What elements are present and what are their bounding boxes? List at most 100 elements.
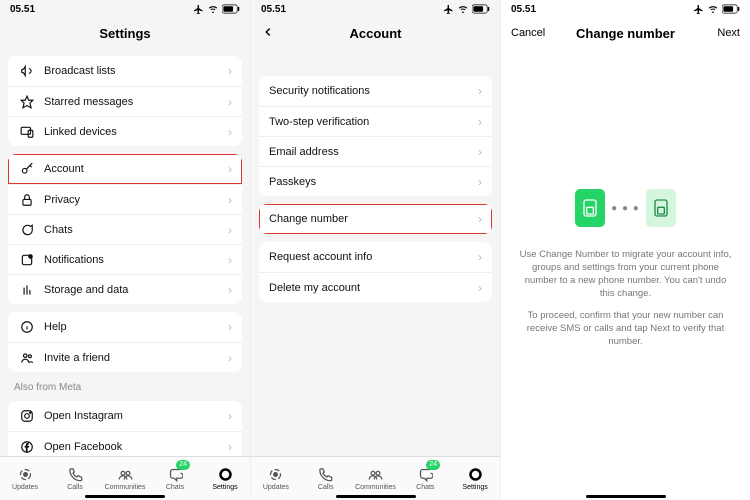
row-label: Open Instagram	[44, 410, 228, 422]
home-indicator	[85, 495, 165, 498]
status-time: 05.51	[261, 4, 286, 15]
row-label: Email address	[269, 146, 478, 158]
notification-icon	[18, 253, 36, 267]
sim-old-icon	[575, 189, 605, 227]
chevron-right-icon: ›	[228, 193, 232, 207]
chevron-right-icon: ›	[478, 281, 482, 295]
row-account[interactable]: Account ›	[8, 154, 242, 184]
tab-settings[interactable]: Settings	[200, 457, 250, 500]
status-bar: 05.51	[251, 0, 500, 18]
chevron-right-icon: ›	[228, 409, 232, 423]
row-passkeys[interactable]: Passkeys ›	[259, 166, 492, 196]
tab-calls[interactable]: Calls	[301, 457, 351, 500]
row-label: Privacy	[44, 194, 228, 206]
tab-label: Communities	[105, 484, 146, 491]
tab-label: Chats	[166, 484, 184, 491]
status-time: 05.51	[511, 4, 536, 15]
row-label: Notifications	[44, 254, 228, 266]
row-starred-messages[interactable]: Starred messages ›	[8, 86, 242, 116]
chevron-right-icon: ›	[228, 253, 232, 267]
cancel-button[interactable]: Cancel	[511, 27, 545, 39]
instagram-icon	[18, 409, 36, 423]
row-request-account-info[interactable]: Request account info ›	[259, 242, 492, 272]
meta-section-header: Also from Meta	[14, 382, 250, 393]
row-storage-data[interactable]: Storage and data ›	[8, 274, 242, 304]
next-button[interactable]: Next	[717, 27, 740, 39]
chevron-right-icon: ›	[478, 84, 482, 98]
chats-badge: 24	[426, 460, 440, 470]
screen-account: 05.51 Account Security notifications › T…	[250, 0, 500, 500]
megaphone-icon	[18, 64, 36, 78]
tab-label: Calls	[67, 484, 83, 491]
row-delete-account[interactable]: Delete my account ›	[259, 272, 492, 302]
tab-label: Updates	[263, 484, 289, 491]
calls-icon	[318, 467, 333, 483]
back-button[interactable]	[261, 25, 275, 42]
chevron-right-icon: ›	[228, 162, 232, 176]
tab-label: Settings	[212, 484, 237, 491]
storage-icon	[18, 283, 36, 297]
chevron-right-icon: ›	[228, 351, 232, 365]
people-icon	[18, 351, 36, 365]
chat-icon	[18, 223, 36, 237]
nav-bar: Account	[251, 18, 500, 48]
communities-icon	[118, 467, 133, 483]
row-label: Two-step verification	[269, 116, 478, 128]
row-notifications[interactable]: Notifications ›	[8, 244, 242, 274]
screen-settings: 05.51 Settings Broadcast lists › Starred…	[0, 0, 250, 500]
screen-change-number: 05.51 Cancel Change number Next ● ● ● Us…	[500, 0, 750, 500]
tab-communities[interactable]: Communities	[351, 457, 401, 500]
wifi-icon	[207, 4, 219, 14]
dots-icon: ● ● ●	[611, 203, 640, 214]
tab-chats[interactable]: 24 Chats	[400, 457, 450, 500]
tab-chats[interactable]: 24 Chats	[150, 457, 200, 500]
star-icon	[18, 95, 36, 109]
row-privacy[interactable]: Privacy ›	[8, 184, 242, 214]
tab-updates[interactable]: Updates	[0, 457, 50, 500]
key-icon	[18, 162, 36, 176]
lock-icon	[18, 193, 36, 207]
account-group-2: Change number ›	[259, 204, 492, 234]
row-chats[interactable]: Chats ›	[8, 214, 242, 244]
chevron-right-icon: ›	[228, 320, 232, 334]
status-icons	[443, 4, 490, 15]
row-label: Request account info	[269, 251, 478, 263]
nav-bar: Settings	[0, 18, 250, 48]
chats-badge: 24	[176, 460, 190, 470]
sim-illustration: ● ● ●	[575, 189, 676, 227]
tab-label: Communities	[355, 484, 396, 491]
row-label: Linked devices	[44, 126, 228, 138]
row-help[interactable]: Help ›	[8, 312, 242, 342]
row-open-facebook[interactable]: Open Facebook ›	[8, 431, 242, 456]
chevron-right-icon: ›	[478, 115, 482, 129]
row-broadcast-lists[interactable]: Broadcast lists ›	[8, 56, 242, 86]
row-open-instagram[interactable]: Open Instagram ›	[8, 401, 242, 431]
row-label: Delete my account	[269, 282, 478, 294]
row-label: Security notifications	[269, 85, 478, 97]
row-email-address[interactable]: Email address ›	[259, 136, 492, 166]
row-label: Chats	[44, 224, 228, 236]
row-linked-devices[interactable]: Linked devices ›	[8, 116, 242, 146]
chevron-right-icon: ›	[228, 125, 232, 139]
info-paragraph-2: To proceed, confirm that your new number…	[519, 310, 732, 348]
row-label: Broadcast lists	[44, 65, 228, 77]
tab-settings[interactable]: Settings	[450, 457, 500, 500]
chevron-right-icon: ›	[478, 145, 482, 159]
row-label: Change number	[269, 213, 478, 225]
status-icons	[193, 4, 240, 15]
row-change-number[interactable]: Change number ›	[259, 204, 492, 234]
communities-icon	[368, 467, 383, 483]
info-paragraph-1: Use Change Number to migrate your accoun…	[519, 249, 732, 300]
tab-updates[interactable]: Updates	[251, 457, 301, 500]
row-security-notifications[interactable]: Security notifications ›	[259, 76, 492, 106]
chevron-right-icon: ›	[228, 64, 232, 78]
tab-label: Calls	[318, 484, 334, 491]
tab-calls[interactable]: Calls	[50, 457, 100, 500]
status-bar: 05.51	[0, 0, 250, 18]
tab-communities[interactable]: Communities	[100, 457, 150, 500]
home-indicator	[586, 495, 666, 498]
row-label: Starred messages	[44, 96, 228, 108]
row-invite-friend[interactable]: Invite a friend ›	[8, 342, 242, 372]
calls-icon	[68, 467, 83, 483]
row-two-step[interactable]: Two-step verification ›	[259, 106, 492, 136]
